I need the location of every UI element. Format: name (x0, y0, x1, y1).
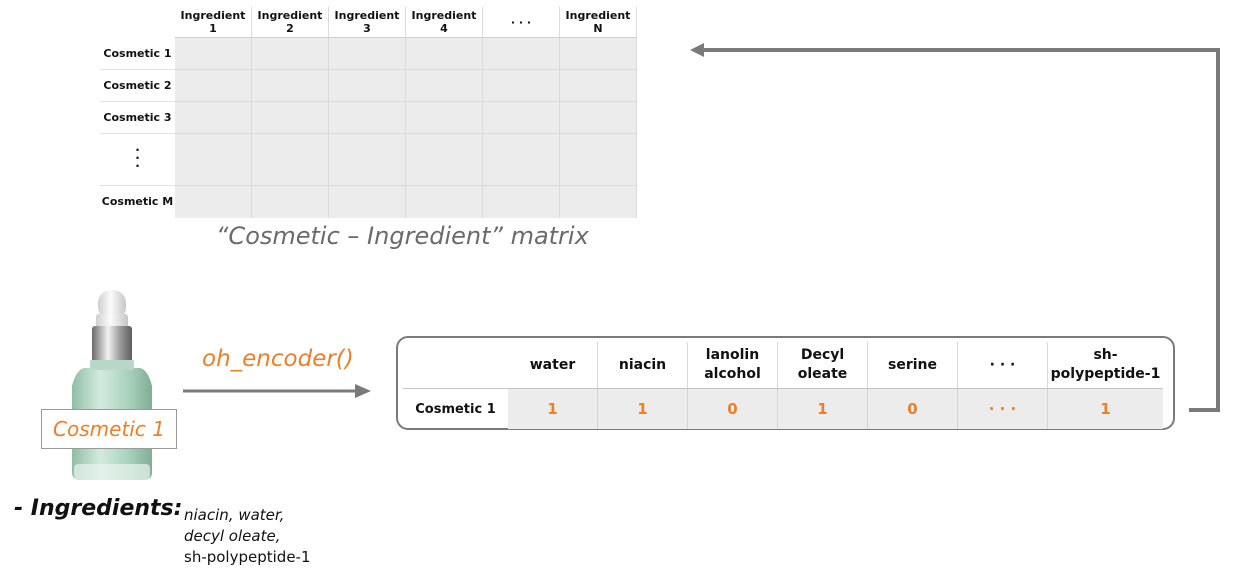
cosmetic-ingredient-matrix: Ingredient 1 Ingredient 2 Ingredient 3 I… (100, 7, 637, 218)
matrix-column-header: Ingredient N (559, 7, 637, 38)
matrix-row-header: Cosmetic 3 (100, 101, 175, 134)
matrix-cell (405, 69, 483, 102)
vector-value: 1 (777, 388, 868, 429)
vector-column-header: Decyl oleate (777, 342, 868, 389)
matrix-cell (559, 37, 637, 70)
matrix-column-header: Ingredient 4 (405, 7, 483, 38)
ingredients-line: niacin, water, (184, 506, 285, 524)
matrix-cell (328, 185, 406, 218)
matrix-column-header: Ingredient 1 (175, 7, 252, 38)
matrix-cell (482, 185, 560, 218)
matrix-cell (559, 101, 637, 134)
matrix-cell (328, 133, 406, 186)
serum-bottle-image (72, 290, 152, 480)
matrix-cell (482, 37, 560, 70)
matrix-cell (175, 101, 252, 134)
encoder-arrow (183, 384, 371, 398)
matrix-cell (251, 185, 329, 218)
cosmetic-label: Cosmetic 1 (41, 409, 177, 449)
matrix-row: Cosmetic 2 (100, 69, 637, 102)
vector-column-header-ellipsis: · · · (957, 342, 1048, 389)
encoded-vector-table: water niacin lanolin alcohol Decyl oleat… (403, 342, 1163, 429)
matrix-caption: “Cosmetic – Ingredient” matrix (216, 222, 589, 250)
matrix-row: Cosmetic M (100, 185, 637, 218)
matrix-cell (251, 133, 329, 186)
matrix-cell (175, 185, 252, 218)
vector-value: 0 (867, 388, 958, 429)
vector-corner (403, 342, 508, 389)
matrix-row: Cosmetic 3 (100, 101, 637, 134)
matrix-row-ellipsis: · · · (100, 133, 637, 186)
matrix-cell (328, 69, 406, 102)
matrix-cell (405, 133, 483, 186)
matrix-cell (405, 37, 483, 70)
matrix-cell (251, 69, 329, 102)
matrix-cell (405, 101, 483, 134)
matrix-cell (251, 37, 329, 70)
vertical-ellipsis: · · · (135, 143, 140, 173)
vector-value: 1 (1047, 388, 1163, 429)
vector-column-header: sh-polypeptide-1 (1047, 342, 1163, 389)
vector-value: 0 (687, 388, 778, 429)
matrix-cell (175, 133, 252, 186)
matrix-row-header: Cosmetic 2 (100, 69, 175, 102)
vector-column-header: niacin (597, 342, 688, 389)
matrix-cell (251, 101, 329, 134)
ingredients-line: decyl oleate, (184, 527, 281, 545)
vector-value: 1 (597, 388, 688, 429)
matrix-column-header: Ingredient 2 (251, 7, 329, 38)
matrix-cell (175, 37, 252, 70)
matrix-column-header-ellipsis: · · · (482, 7, 560, 38)
vector-row: Cosmetic 1 1 1 0 1 0 · · · 1 (403, 388, 1163, 429)
vector-row-header: Cosmetic 1 (415, 401, 496, 417)
matrix-cell (175, 69, 252, 102)
matrix-cell (482, 69, 560, 102)
vector-column-header: water (508, 342, 598, 389)
matrix-cell (482, 101, 560, 134)
matrix-cell (559, 185, 637, 218)
matrix-row-header: Cosmetic 1 (100, 37, 175, 70)
matrix-row: Cosmetic 1 (100, 37, 637, 70)
matrix-row-header-ellipsis: · · · (100, 133, 175, 186)
ingredients-line: sh-polypeptide-1 (184, 548, 311, 566)
matrix-cell (405, 185, 483, 218)
encoder-function-label: oh_encoder() (202, 346, 354, 372)
matrix-column-header: Ingredient 3 (328, 7, 406, 38)
matrix-cell (328, 37, 406, 70)
matrix-cell (328, 101, 406, 134)
matrix-cell (559, 69, 637, 102)
vector-value-ellipsis: · · · (957, 388, 1048, 429)
vector-column-header: serine (867, 342, 958, 389)
matrix-corner (100, 7, 175, 38)
ingredients-list: niacin, water, decyl oleate, sh-polypept… (184, 505, 311, 568)
matrix-cell (482, 133, 560, 186)
matrix-row-header: Cosmetic M (101, 195, 174, 209)
ingredients-heading: - Ingredients: (14, 496, 183, 521)
vector-value: 1 (508, 388, 598, 429)
vector-column-header: lanolin alcohol (687, 342, 778, 389)
matrix-cell (559, 133, 637, 186)
